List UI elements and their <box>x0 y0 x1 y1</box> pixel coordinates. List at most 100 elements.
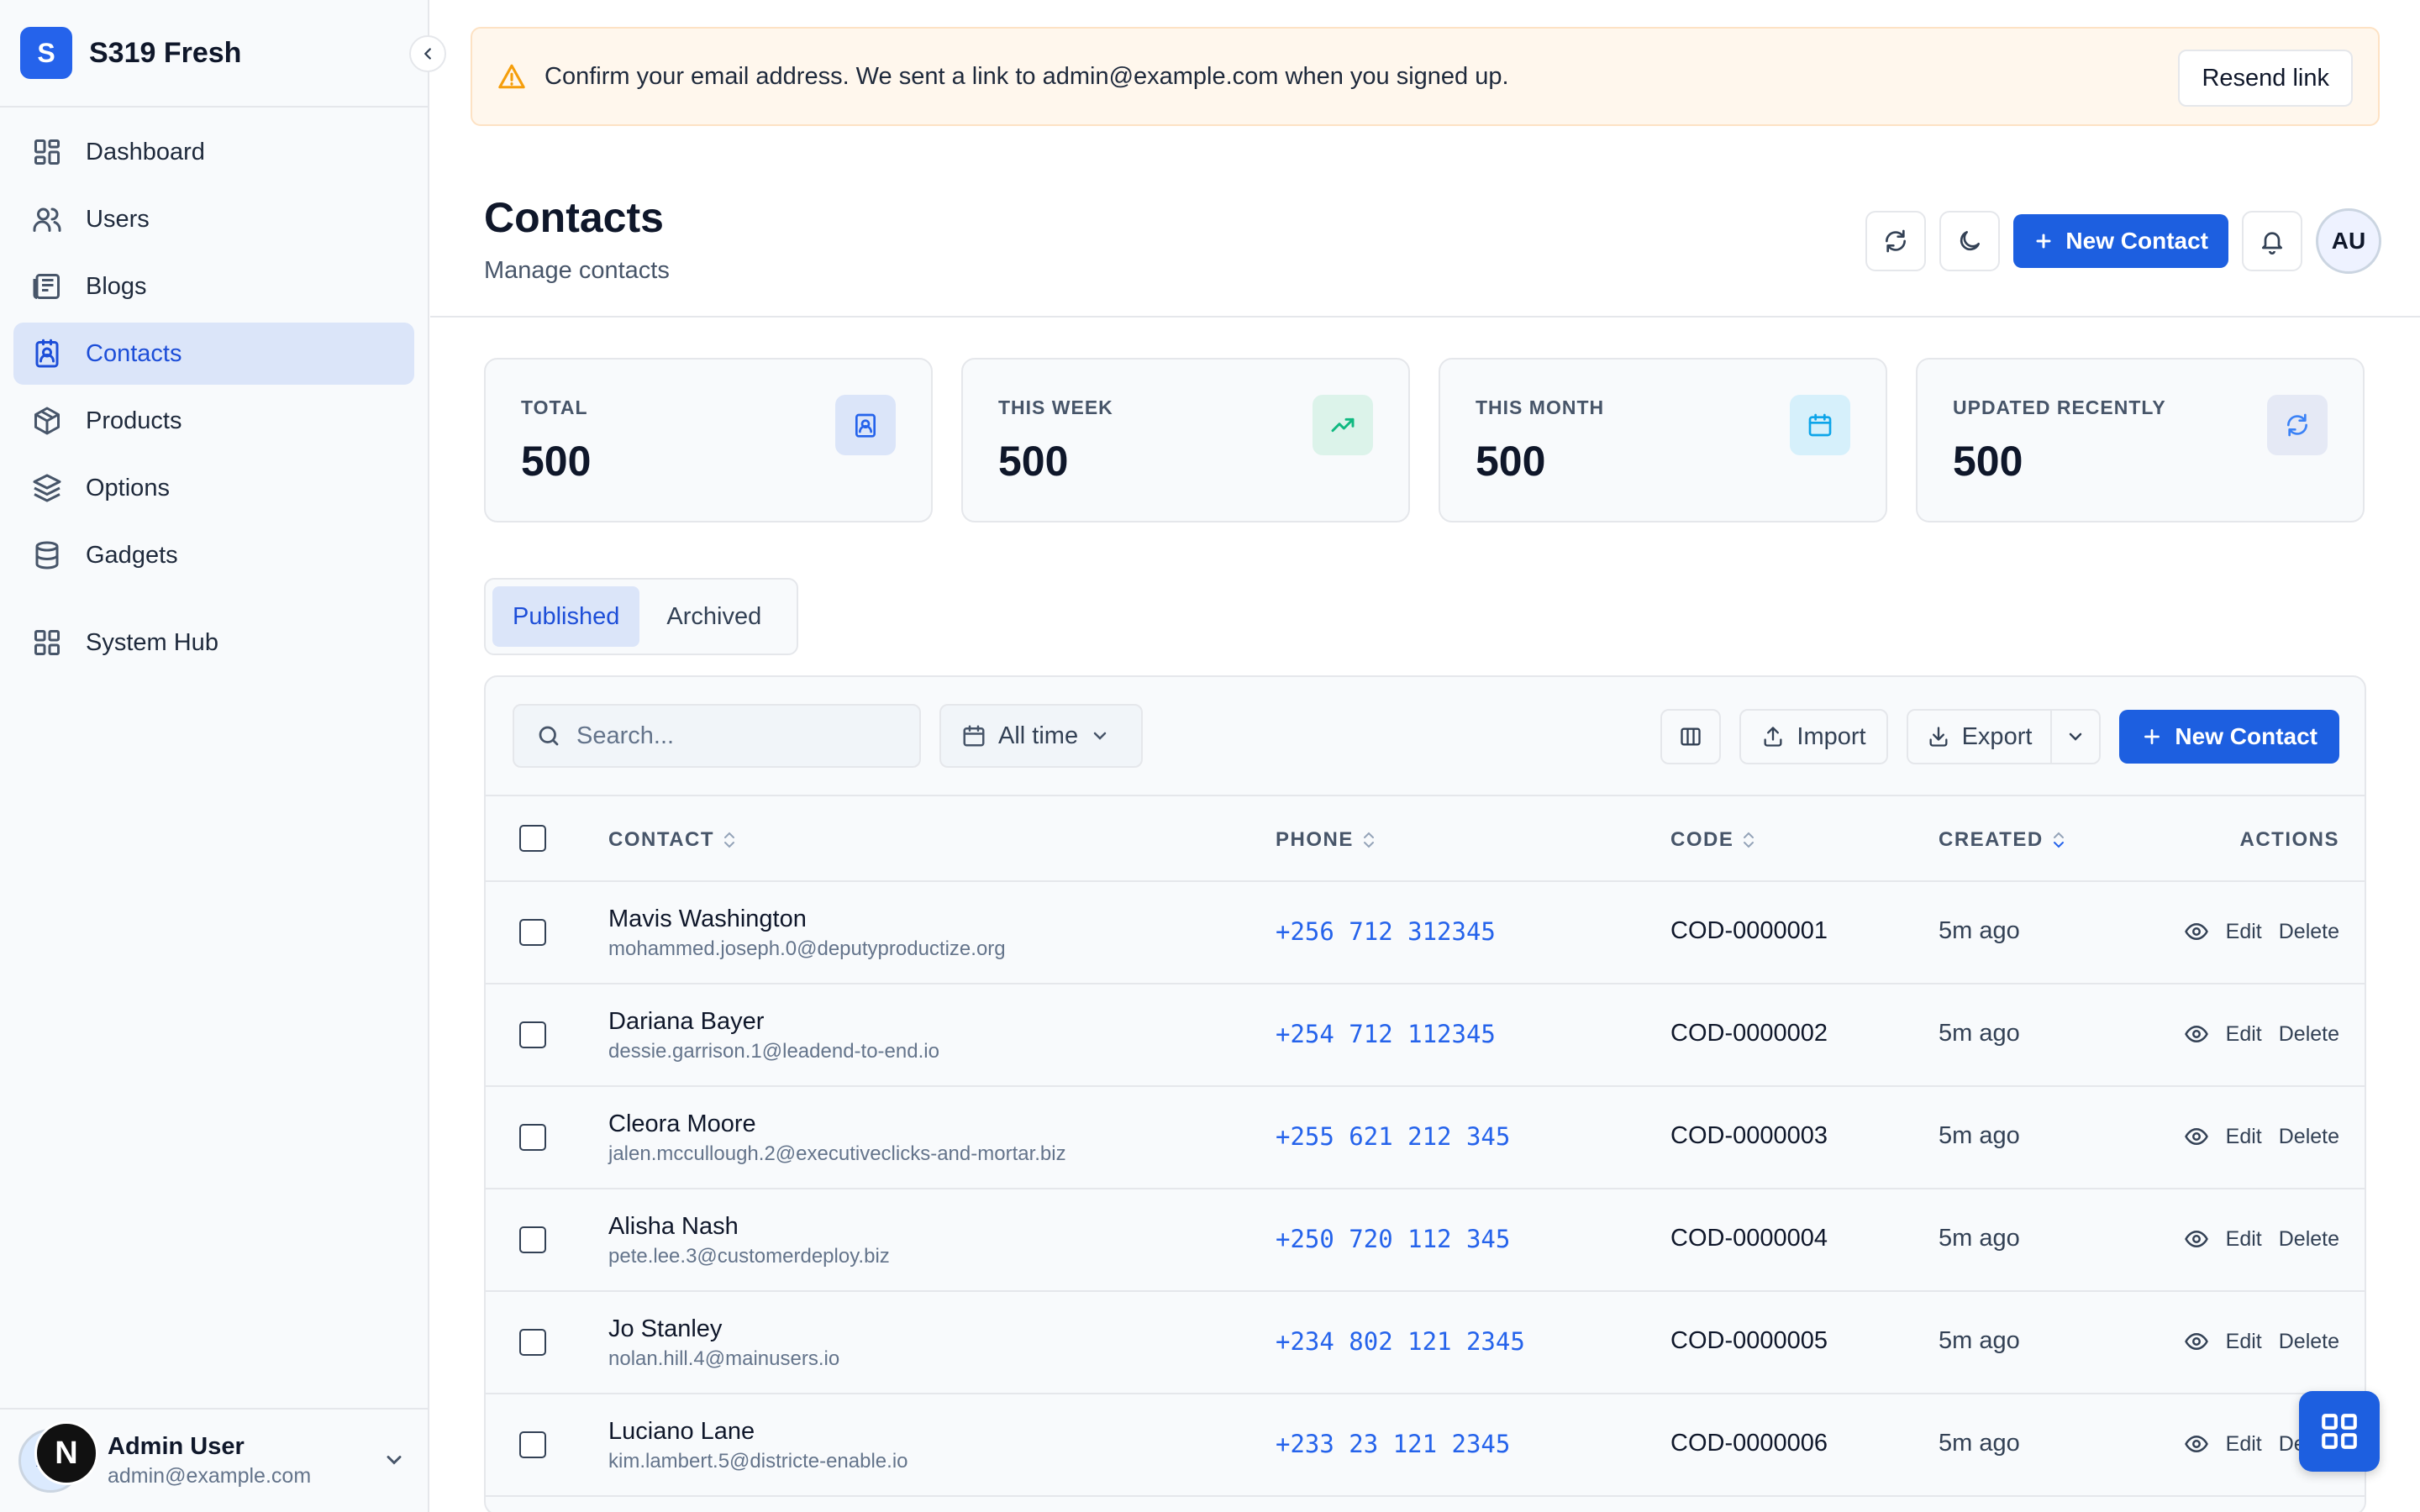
sidebar-item-products[interactable]: Products <box>13 390 414 452</box>
sidebar-item-blogs[interactable]: Blogs <box>13 255 414 318</box>
export-button[interactable]: Export <box>1908 711 2051 763</box>
import-label: Import <box>1797 722 1866 750</box>
delete-button[interactable]: Delete <box>2279 1022 2339 1047</box>
contact-name[interactable]: Cleora Moore <box>608 1110 756 1138</box>
new-contact-table-button[interactable]: New Contact <box>2119 710 2339 764</box>
dev-tools-badge[interactable]: N <box>34 1421 98 1485</box>
select-all-checkbox[interactable] <box>519 825 546 852</box>
new-contact-label: New Contact <box>2065 228 2208 254</box>
contact-created: 5m ago <box>1939 1430 2020 1457</box>
eye-icon <box>2184 1332 2208 1351</box>
row-checkbox[interactable] <box>519 1431 546 1458</box>
contact-phone[interactable]: +234 802 121 2345 <box>1276 1327 1525 1356</box>
sidebar: S S319 Fresh Dashboard Users Blogs Conta… <box>0 0 446 1512</box>
sidebar-item-contacts[interactable]: Contacts <box>13 323 414 385</box>
user-info: Admin User admin@example.com <box>108 1433 311 1488</box>
theme-toggle-button[interactable] <box>1939 211 2001 271</box>
edit-button[interactable]: Edit <box>2226 1227 2262 1252</box>
table-row[interactable]: Cleora Moore jalen.mccullough.2@executive… <box>486 1087 2365 1189</box>
table-row[interactable]: Jo Stanley nolan.hill.4@mainusers.io +234 … <box>486 1292 2365 1394</box>
delete-button[interactable]: Delete <box>2279 1330 2339 1354</box>
table-row[interactable]: Luciano Lane kim.lambert.5@districte-enab… <box>486 1394 2365 1497</box>
stat-label: THIS MONTH <box>1476 396 1605 418</box>
column-header-created[interactable]: CREATED <box>1939 828 2067 852</box>
delete-button[interactable]: Delete <box>2279 920 2339 944</box>
row-actions: Edit Delete <box>2184 1124 2339 1149</box>
search-input[interactable] <box>576 722 896 750</box>
sidebar-item-dashboard[interactable]: Dashboard <box>13 121 414 183</box>
sidebar-item-users[interactable]: Users <box>13 188 414 250</box>
stat-value: 500 <box>521 438 592 485</box>
contact-card-icon <box>835 395 896 455</box>
row-checkbox[interactable] <box>519 1124 546 1151</box>
sidebar-item-gadgets[interactable]: Gadgets <box>13 524 414 586</box>
row-checkbox[interactable] <box>519 1329 546 1356</box>
columns-button[interactable] <box>1660 709 1722 764</box>
view-button[interactable] <box>2184 1329 2209 1354</box>
resend-link-button[interactable]: Resend link <box>2178 50 2353 107</box>
notifications-button[interactable] <box>2242 211 2302 271</box>
contact-phone[interactable]: +255 621 212 345 <box>1276 1122 1510 1151</box>
edit-button[interactable]: Edit <box>2226 1125 2262 1149</box>
contact-name[interactable]: Luciano Lane <box>608 1418 755 1446</box>
grid-icon <box>30 626 64 659</box>
new-contact-button[interactable]: New Contact <box>2013 214 2228 268</box>
row-actions: Edit Delete <box>2184 1021 2339 1047</box>
apps-fab-button[interactable] <box>2299 1391 2380 1472</box>
stat-value: 500 <box>998 438 1069 485</box>
delete-button[interactable]: Delete <box>2279 1125 2339 1149</box>
sidebar-item-system-hub[interactable]: System Hub <box>13 612 414 674</box>
refresh-button[interactable] <box>1865 211 1927 271</box>
table-row[interactable]: Dariana Bayer dessie.garrison.1@leadend-t… <box>486 984 2365 1087</box>
row-checkbox[interactable] <box>519 1021 546 1048</box>
column-header-actions: ACTIONS <box>2240 828 2340 852</box>
view-button[interactable] <box>2184 1124 2209 1149</box>
view-button[interactable] <box>2184 1431 2209 1457</box>
view-button[interactable] <box>2184 1226 2209 1252</box>
email-confirm-banner: Confirm your email address. We sent a li… <box>471 27 2380 126</box>
contact-email: pete.lee.3@customerdeploy.biz <box>608 1245 890 1268</box>
avatar: AU N <box>18 1421 98 1493</box>
row-checkbox[interactable] <box>519 919 546 946</box>
date-filter-dropdown[interactable]: All time <box>939 704 1143 768</box>
table-row[interactable]: Mavis Washington mohammed.joseph.0@deputy… <box>486 882 2365 984</box>
contact-name[interactable]: Alisha Nash <box>608 1213 739 1241</box>
column-header-code[interactable]: CODE <box>1670 828 1757 852</box>
table-header: CONTACT PHONE CODE CREATED ACTIONS <box>486 796 2365 882</box>
edit-button[interactable]: Edit <box>2226 1330 2262 1354</box>
sidebar-item-options[interactable]: Options <box>13 457 414 519</box>
refresh-icon <box>2267 395 2328 455</box>
contact-phone[interactable]: +250 720 112 345 <box>1276 1225 1510 1253</box>
eye-icon <box>2184 1435 2208 1453</box>
row-actions: Edit Delete <box>2184 1226 2339 1252</box>
contact-code: COD-0000004 <box>1670 1225 1828 1252</box>
contact-created: 5m ago <box>1939 1225 2020 1252</box>
contact-name[interactable]: Dariana Bayer <box>608 1008 764 1036</box>
tab-published[interactable]: Published <box>492 586 640 647</box>
view-button[interactable] <box>2184 919 2209 944</box>
edit-button[interactable]: Edit <box>2226 920 2262 944</box>
row-checkbox[interactable] <box>519 1226 546 1253</box>
table-row[interactable]: Alisha Nash pete.lee.3@customerdeploy.biz… <box>486 1189 2365 1292</box>
contact-phone[interactable]: +256 712 312345 <box>1276 917 1496 946</box>
edit-button[interactable]: Edit <box>2226 1022 2262 1047</box>
column-label: CONTACT <box>608 828 715 851</box>
user-menu[interactable]: AU N Admin User admin@example.com <box>0 1408 428 1512</box>
contact-phone[interactable]: +233 23 121 2345 <box>1276 1430 1510 1458</box>
header-avatar[interactable]: AU <box>2316 208 2381 274</box>
column-header-contact[interactable]: CONTACT <box>608 828 738 852</box>
search-icon <box>539 726 559 746</box>
contact-name[interactable]: Mavis Washington <box>608 906 807 933</box>
sort-icon <box>1363 832 1374 848</box>
delete-button[interactable]: Delete <box>2279 1227 2339 1252</box>
import-button[interactable]: Import <box>1739 709 1888 764</box>
contact-code: COD-0000005 <box>1670 1327 1828 1354</box>
column-header-phone[interactable]: PHONE <box>1276 828 1377 852</box>
export-options-button[interactable] <box>2050 711 2099 763</box>
view-button[interactable] <box>2184 1021 2209 1047</box>
edit-button[interactable]: Edit <box>2226 1432 2262 1457</box>
tab-archived[interactable]: Archived <box>646 586 781 647</box>
search-box <box>513 704 921 768</box>
contact-name[interactable]: Jo Stanley <box>608 1315 722 1343</box>
contact-phone[interactable]: +254 712 112345 <box>1276 1020 1496 1048</box>
